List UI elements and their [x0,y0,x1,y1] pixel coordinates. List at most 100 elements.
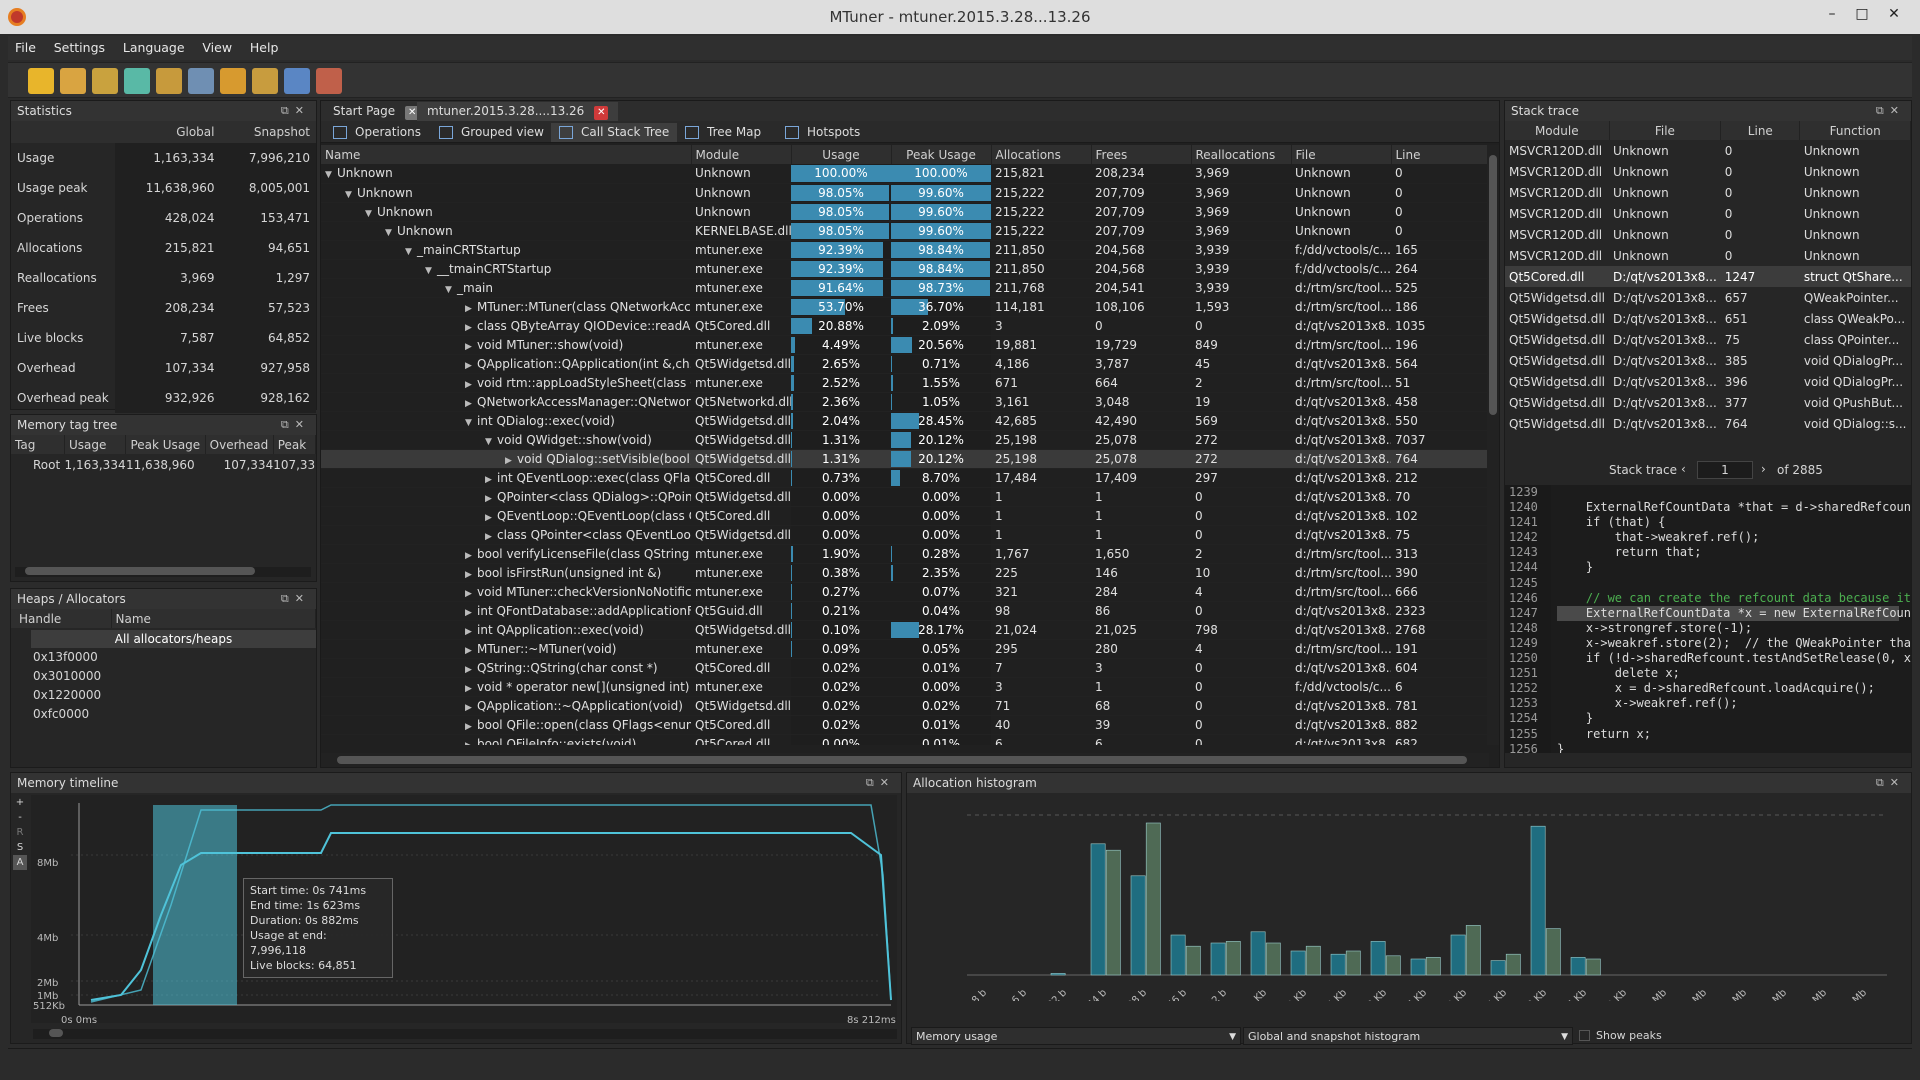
checkbox-box[interactable] [1579,1030,1590,1041]
col-overhead[interactable]: Overhead [205,435,274,454]
heap-item[interactable]: 0x1220000 [33,686,316,705]
stack-frame-row[interactable]: Qt5Widgetsd.dll D:/qt/vs2013x8... 764 void … [1505,413,1911,434]
tree-row[interactable]: ▼ int QDialog::exec(void) Qt5Widgetsd.dll 2… [321,411,1489,431]
histogram-bar[interactable] [1490,960,1506,976]
expand-toggle-icon[interactable]: ▼ [485,437,497,447]
expand-toggle-icon[interactable]: ▶ [505,456,517,466]
next-stack-button[interactable]: › [1761,462,1766,476]
expand-toggle-icon[interactable]: ▶ [465,665,477,675]
memtag-hscroll[interactable] [15,567,311,577]
tree-row[interactable]: ▼ __tmainCRTStartup mtuner.exe 92.39% 98.84%… [321,259,1489,279]
all-button[interactable]: A [13,855,27,870]
show-peaks-checkbox[interactable]: Show peaks [1579,1029,1662,1042]
histogram-bar[interactable] [1570,957,1586,976]
histogram-bar[interactable] [1210,942,1226,976]
tree-row[interactable]: ▶ int QApplication::exec(void) Qt5Widgetsd… [321,620,1489,640]
reset-button[interactable]: R [13,825,27,840]
expand-toggle-icon[interactable]: ▼ [465,418,477,428]
tab-call-stack-tree[interactable]: Call Stack Tree [551,123,678,142]
histogram-bar[interactable] [1225,941,1241,976]
expand-toggle-icon[interactable]: ▶ [465,589,477,599]
expand-toggle-icon[interactable]: ▶ [465,323,477,333]
stack-frame-row[interactable]: Qt5Widgetsd.dll D:/qt/vs2013x8... 377 void … [1505,392,1911,413]
tree-row[interactable]: ▶ void MTuner::checkVersionNoNotific... mt… [321,582,1489,602]
histogram-bar[interactable] [1130,875,1146,976]
col-module[interactable]: Module [1505,121,1610,140]
expand-toggle-icon[interactable]: ▼ [365,209,377,219]
histogram-bar[interactable] [1505,953,1521,976]
tree-col-header[interactable]: Name [321,145,692,164]
tree-row[interactable]: ▼ _mainCRTStartup mtuner.exe 92.39% 98.84% 21… [321,240,1489,260]
tree-col-header[interactable]: Line [1391,145,1489,164]
histogram-bar[interactable] [1410,958,1426,976]
prev-stack-button[interactable]: ‹ [1681,462,1686,476]
tree-row[interactable]: ▶ QPointer<class QDialog>::QPoint... Qt5Wi… [321,487,1489,507]
col-file[interactable]: File [1609,121,1722,140]
histogram-bar[interactable] [1050,973,1066,976]
zoom-out-button[interactable]: - [13,810,27,825]
histogram-bar[interactable] [1425,957,1441,976]
tree-row[interactable]: ▶ MTuner::MTuner(class QNetworkAcc... mtun… [321,297,1489,317]
tree-row[interactable]: ▼ void QWidget::show(void) Qt5Widgetsd.dll… [321,430,1489,450]
expand-toggle-icon[interactable]: ▼ [405,247,417,257]
tree-row[interactable]: ▶ void QDialog::setVisible(bool) Qt5Widget… [321,449,1489,469]
expand-toggle-icon[interactable]: ▼ [425,266,437,276]
expand-toggle-icon[interactable]: ▶ [465,741,477,746]
histogram-bar[interactable] [1330,953,1346,976]
tree-row[interactable]: ▼ Unknown KERNELBASE.dll 98.05% 99.60% 215,22… [321,221,1489,241]
tab-grouped-view[interactable]: Grouped view [431,123,552,142]
expand-toggle-icon[interactable]: ▶ [465,361,477,371]
histogram-bar[interactable] [1250,931,1266,976]
heap-item[interactable]: 0xfc0000 [33,705,316,724]
expand-toggle-icon[interactable]: ▼ [385,228,397,238]
menu-language[interactable]: Language [116,36,192,59]
histogram-bar[interactable] [1090,843,1106,976]
expand-toggle-icon[interactable]: ▶ [465,304,477,314]
histogram-bar[interactable] [1385,955,1401,976]
expand-toggle-icon[interactable]: ▶ [485,513,497,523]
database-icon[interactable] [92,68,118,94]
expand-toggle-icon[interactable]: ▶ [465,380,477,390]
histogram-mode-select[interactable]: Global and snapshot histogram ▼ [1243,1027,1573,1045]
tree-col-header[interactable]: Module [691,145,792,164]
tree-row[interactable]: ▶ QNetworkAccessManager::QNetwork... Qt5Ne… [321,392,1489,412]
histogram-bar[interactable] [1370,941,1386,976]
minimize-button[interactable]: – [1820,4,1844,24]
expand-toggle-icon[interactable]: ▶ [465,646,477,656]
filter-icon[interactable] [124,68,150,94]
expand-toggle-icon[interactable]: ▶ [485,532,497,542]
panel-buttons[interactable]: ⧉✕ [281,415,310,435]
tree-row[interactable]: ▶ bool QFile::open(class QFlags<enum ... Q… [321,715,1489,735]
panel-buttons[interactable]: ⧉✕ [1876,773,1905,793]
tree-row[interactable]: ▶ void MTuner::show(void) mtuner.exe 4.49% 2… [321,335,1489,355]
heap-item[interactable]: 0x13f0000 [33,648,316,667]
expand-toggle-icon[interactable]: ▼ [445,285,457,295]
heap-item[interactable]: 0x3010000 [33,667,316,686]
expand-toggle-icon[interactable]: ▶ [485,475,497,485]
col-usage[interactable]: Usage [64,435,127,454]
tree-col-header[interactable]: Peak Usage [891,145,992,164]
clipboard-icon[interactable] [60,68,86,94]
report-icon[interactable] [316,68,342,94]
stack-index-input[interactable]: 1 [1697,461,1753,479]
tree-row[interactable]: ▶ bool isFirstRun(unsigned int &) mtuner.e… [321,563,1489,583]
tree-row[interactable]: ▶bool QFileInfo::exists(void)Qt5Cored.dl… [321,734,1489,745]
col-function[interactable]: Function [1799,121,1911,140]
tree-row[interactable]: ▶ int QFontDatabase::addApplicationFo... Q… [321,601,1489,621]
tree-row[interactable]: ▶ int QEventLoop::exec(class QFlag... Qt5C… [321,468,1489,488]
tree-row[interactable]: ▶ QString::QString(char const *) Qt5Cored.… [321,658,1489,678]
expand-toggle-icon[interactable]: ▶ [465,684,477,694]
menu-help[interactable]: Help [243,36,286,59]
stack-frame-row[interactable]: Qt5Cored.dll D:/qt/vs2013x8... 1247 struct … [1505,266,1911,287]
tree-vscroll[interactable] [1487,145,1499,745]
panel-buttons[interactable]: ⧉✕ [866,773,895,793]
stack-frame-row[interactable]: MSVCR120D.dll Unknown 0 Unknown [1505,245,1911,266]
tree-row[interactable]: ▶ void * operator new[](unsigned int) mtun… [321,677,1489,697]
tree-row[interactable]: ▶ QApplication::~QApplication(void) Qt5Wid… [321,696,1489,716]
menu-settings[interactable]: Settings [47,36,112,59]
col-line[interactable]: Line [1720,121,1801,140]
stack-frame-row[interactable]: Qt5Widgetsd.dll D:/qt/vs2013x8... 651 class… [1505,308,1911,329]
histogram-bar[interactable] [1465,925,1481,976]
tab-hotspots[interactable]: Hotspots [777,123,868,142]
folder-icon[interactable] [28,68,54,94]
